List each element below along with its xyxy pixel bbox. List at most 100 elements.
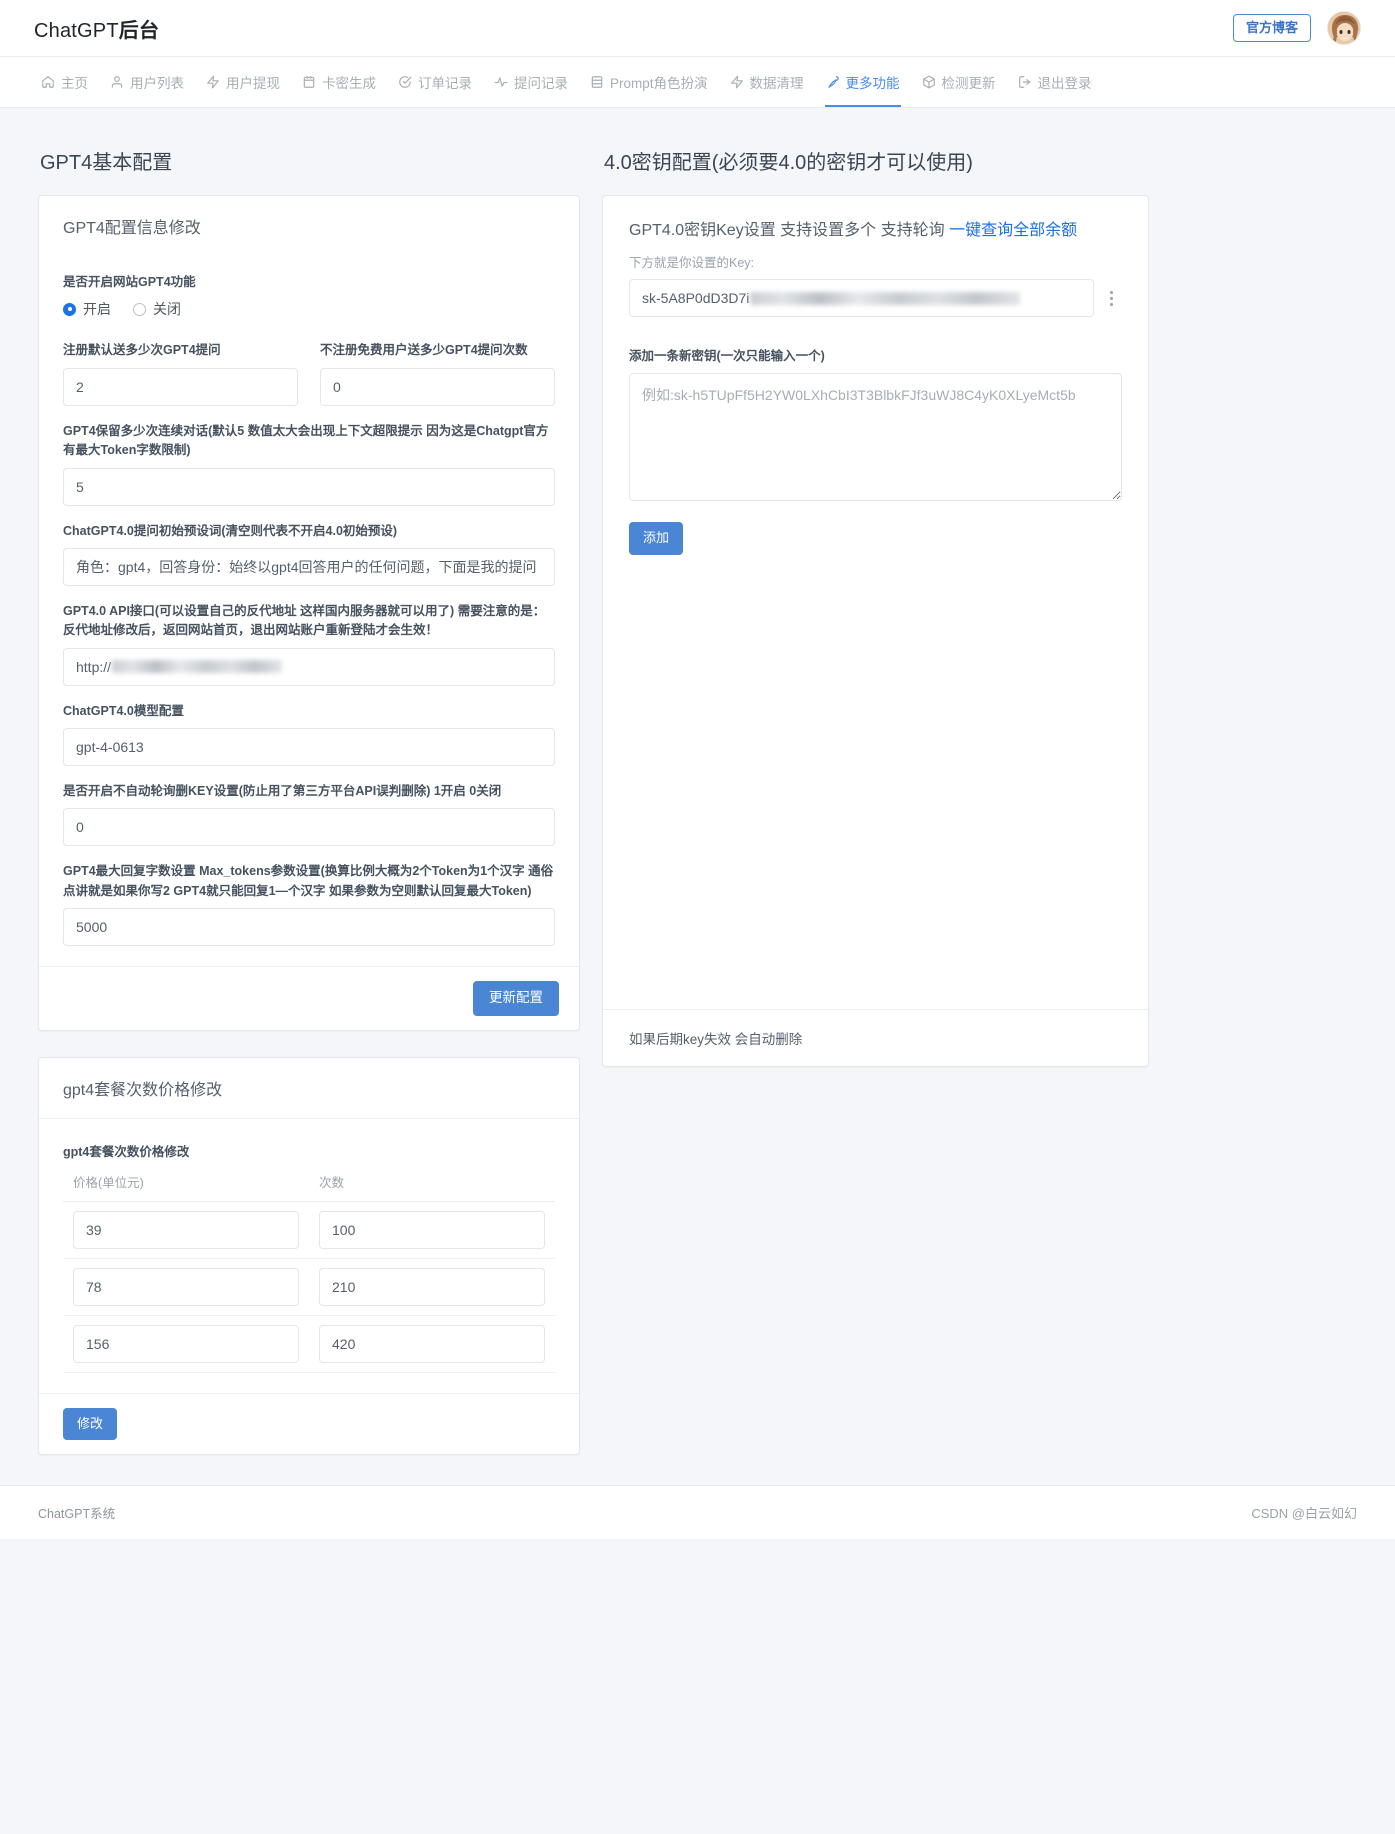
page-content: GPT4基本配置 GPT4配置信息修改 是否开启网站GPT4功能 开启 关闭 注…: [0, 108, 1395, 1456]
api-endpoint-value: http://: [76, 658, 112, 675]
radio-off-label: 关闭: [153, 301, 181, 318]
pricing-count-input[interactable]: [319, 1324, 545, 1363]
add-key-area: 添加一条新密钥(一次只能输入一个): [603, 317, 1148, 506]
nav-label: 退出登录: [1037, 76, 1092, 91]
table-row: [63, 1258, 555, 1316]
avatar[interactable]: [1327, 11, 1361, 45]
nav-item-prompt-roleplay[interactable]: Prompt角色扮演: [579, 57, 719, 107]
nav-label: 卡密生成: [322, 76, 376, 91]
key-config-card: GPT4.0密钥Key设置 支持设置多个 支持轮询 一键查询全部余额 下方就是你…: [602, 195, 1149, 1067]
anon-gift-field: 不注册免费用户送多少GPT4提问次数: [320, 325, 555, 406]
nav-item-home[interactable]: 主页: [30, 57, 99, 107]
pricing-price-input[interactable]: [73, 1210, 299, 1249]
gpt4-config-card-body: 是否开启网站GPT4功能 开启 关闭 注册默认送多少次GPT4提问 2 不注册免…: [39, 257, 579, 966]
api-endpoint-input[interactable]: http://: [63, 647, 555, 686]
model-label: ChatGPT4.0模型配置: [63, 703, 184, 718]
bolt-icon: [730, 75, 744, 89]
gift-fields-row: 注册默认送多少次GPT4提问 不注册免费用户送多少GPT4提问次数: [63, 325, 555, 406]
pricing-price-cell: [63, 1258, 309, 1316]
two-column-layout: GPT4基本配置 GPT4配置信息修改 是否开启网站GPT4功能 开启 关闭 注…: [38, 108, 1357, 1456]
pricing-card-title: gpt4套餐次数价格修改: [39, 1058, 579, 1119]
pricing-price-input[interactable]: [73, 1267, 299, 1306]
context-rounds-input[interactable]: [63, 467, 555, 506]
pricing-count-cell: [309, 1201, 555, 1259]
key-card-footer-note: 如果后期key失效 会自动删除: [603, 1008, 1148, 1066]
nav-item-withdraw[interactable]: 用户提现: [195, 57, 291, 107]
nav-label: 用户列表: [130, 76, 184, 91]
existing-key-redacted: [750, 291, 1021, 305]
pricing-col-price: 价格(单位元): [63, 1165, 309, 1202]
pricing-submit-button[interactable]: 修改: [63, 1407, 118, 1441]
key-card-title-text: GPT4.0密钥Key设置 支持设置多个 支持轮询: [629, 222, 945, 239]
update-config-button[interactable]: 更新配置: [473, 981, 559, 1016]
footer-left-text: ChatGPT系统: [38, 1507, 116, 1522]
pricing-count-cell: [309, 1258, 555, 1316]
model-input[interactable]: [63, 728, 555, 766]
add-key-label: 添加一条新密钥(一次只能输入一个): [629, 349, 825, 363]
pricing-price-cell: [63, 1201, 309, 1259]
pricing-header-row: 价格(单位元) 次数: [63, 1165, 555, 1202]
gpt4-config-card: GPT4配置信息修改 是否开启网站GPT4功能 开启 关闭 注册默认送多少次GP…: [38, 195, 580, 1031]
api-endpoint-redacted: [112, 660, 283, 674]
gpt4-config-card-title: GPT4配置信息修改: [63, 220, 201, 237]
brand-suffix: 后台: [118, 19, 160, 42]
nav-item-check-update[interactable]: 检测更新: [911, 57, 1007, 107]
user-icon: [110, 75, 124, 89]
nav-label: 主页: [61, 76, 88, 91]
radio-option-off[interactable]: 关闭: [133, 299, 181, 319]
nav-item-logout[interactable]: 退出登录: [1007, 57, 1103, 107]
official-blog-button[interactable]: 官方博客: [1232, 13, 1311, 43]
home-icon: [41, 75, 55, 89]
radio-option-on[interactable]: 开启: [63, 299, 111, 319]
nav-item-order-records[interactable]: 订单记录: [387, 57, 483, 107]
pricing-col-count: 次数: [309, 1165, 555, 1202]
right-column: 4.0密钥配置(必须要4.0的密钥才可以使用) GPT4.0密钥Key设置 支持…: [602, 130, 1149, 1067]
key-row: sk-5A8P0dD3D7i: [603, 279, 1148, 317]
pricing-count-input[interactable]: [319, 1267, 545, 1306]
top-bar: ChatGPT后台 官方博客: [0, 0, 1395, 56]
radio-on-label: 开启: [83, 301, 111, 318]
existing-key-value: sk-5A8P0dD3D7i: [642, 290, 750, 306]
pricing-table-head: 价格(单位元) 次数: [63, 1165, 555, 1202]
nav-label: Prompt角色扮演: [610, 76, 708, 91]
add-key-button[interactable]: 添加: [629, 522, 684, 555]
existing-key-input[interactable]: sk-5A8P0dD3D7i: [629, 279, 1094, 317]
box-icon: [922, 75, 936, 89]
database-icon: [590, 75, 604, 89]
max-tokens-label: GPT4最大回复字数设置 Max_tokens参数设置(换算比例大概为2个Tok…: [63, 864, 554, 898]
register-gift-input[interactable]: [63, 367, 298, 406]
anon-gift-input[interactable]: [320, 367, 555, 406]
pricing-count-input[interactable]: [319, 1210, 545, 1249]
register-gift-field: 注册默认送多少次GPT4提问: [63, 325, 298, 406]
pricing-table: 价格(单位元) 次数: [63, 1165, 555, 1373]
radio-off-indicator: [133, 302, 146, 316]
no-auto-delete-key-input[interactable]: [63, 808, 555, 847]
bolt-icon: [206, 75, 220, 89]
check-circle-icon: [398, 75, 412, 89]
add-key-button-wrap: 添加: [603, 506, 1148, 580]
logout-icon: [1018, 75, 1032, 89]
nav-item-user-list[interactable]: 用户列表: [99, 57, 195, 107]
calendar-icon: [302, 75, 316, 89]
add-key-textarea[interactable]: [629, 373, 1122, 502]
pen-icon: [826, 75, 840, 89]
nav-item-more-features[interactable]: 更多功能: [815, 57, 911, 107]
key-sub-label: 下方就是你设置的Key:: [629, 256, 755, 270]
table-row: [63, 1315, 555, 1373]
query-all-balance-link[interactable]: 一键查询全部余额: [949, 222, 1077, 239]
top-bar-right: 官方博客: [1232, 11, 1361, 45]
nav-item-data-cleanup[interactable]: 数据清理: [719, 57, 815, 107]
key-options-menu-icon[interactable]: [1100, 283, 1122, 313]
footer-watermark: CSDN @白云如幻: [1251, 1506, 1357, 1522]
pricing-price-input[interactable]: [73, 1324, 299, 1363]
nav-label: 提问记录: [514, 76, 568, 91]
pricing-card-body: gpt4套餐次数价格修改 价格(单位元) 次数: [39, 1119, 579, 1393]
max-tokens-input[interactable]: [63, 908, 555, 947]
main-nav: 主页 用户列表 用户提现 卡密生成 订单记录 提问记录 Prompt角色扮演 数…: [0, 56, 1395, 108]
anon-gift-label: 不注册免费用户送多少GPT4提问次数: [320, 343, 528, 358]
preset-prompt-input[interactable]: [63, 547, 555, 586]
nav-label: 更多功能: [845, 76, 900, 91]
app-brand[interactable]: ChatGPT后台: [34, 14, 159, 43]
nav-item-question-records[interactable]: 提问记录: [483, 57, 579, 107]
nav-item-card-generate[interactable]: 卡密生成: [291, 57, 387, 107]
